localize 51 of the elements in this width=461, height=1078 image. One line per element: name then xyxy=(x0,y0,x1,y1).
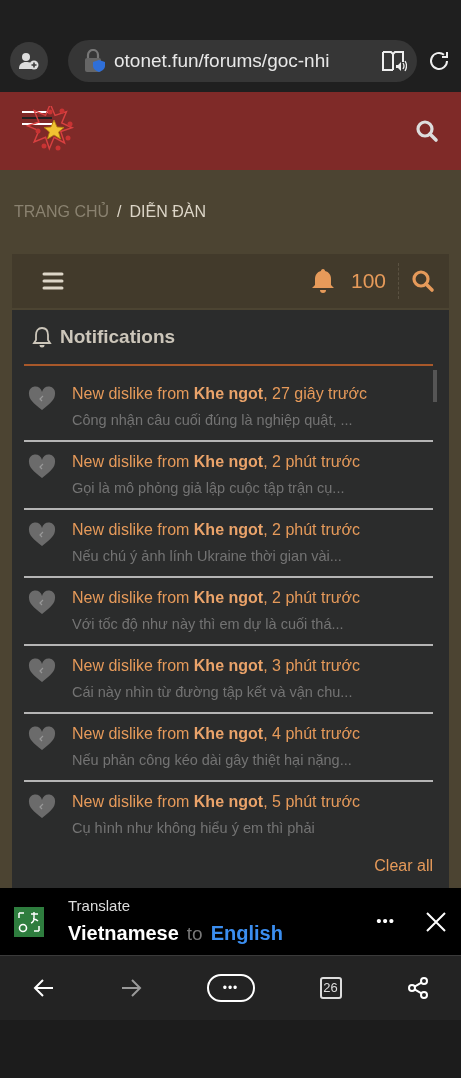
read-aloud-icon[interactable] xyxy=(381,49,407,73)
notification-snippet: Cái này nhìn từ đường tập kết và vận chu... xyxy=(72,683,354,702)
target-language-link[interactable]: English xyxy=(210,917,283,948)
notification-snippet: Gọi là mô phỏng giả lập cuộc tập trận cụ... xyxy=(72,479,346,498)
address-bar[interactable]: otonet.fun/forums/goc-nhi xyxy=(68,40,417,82)
notification-text[interactable]: New dislike from Khe ngot, 4 phút trước xyxy=(72,722,360,746)
lock-shield-icon xyxy=(84,49,106,73)
notification-snippet: Với tốc độ như này thì em dự là cuối thá... xyxy=(72,615,345,634)
more-button[interactable]: ••• xyxy=(370,909,401,934)
notification-text[interactable]: New dislike from Khe ngot, 2 phút trước xyxy=(72,518,360,542)
breadcrumb-item[interactable]: DIỄN ĐÀN xyxy=(129,200,206,224)
share-button[interactable] xyxy=(406,977,429,999)
broken-heart-icon xyxy=(28,454,56,480)
bell-icon xyxy=(310,268,335,294)
broken-heart-icon xyxy=(28,726,56,752)
broken-heart-icon xyxy=(28,794,56,820)
add-person-icon xyxy=(19,52,39,70)
url-text: otonet.fun/forums/goc-nhi xyxy=(114,48,331,73)
breadcrumb-item[interactable]: / xyxy=(117,200,122,224)
source-language: Vietnamese xyxy=(68,920,179,946)
forward-button[interactable] xyxy=(119,978,142,998)
alerts-button[interactable]: 100 xyxy=(310,268,386,294)
reload-button[interactable] xyxy=(427,49,451,73)
back-button[interactable] xyxy=(32,978,55,998)
broken-heart-icon xyxy=(28,590,56,616)
notification-snippet: Công nhận câu cuối đúng là nghiệp quật, ... xyxy=(72,411,354,430)
notification-text[interactable]: New dislike from Khe ngot, 2 phút trước xyxy=(72,450,360,474)
notification-text[interactable]: New dislike from Khe ngot, 5 phút trước xyxy=(72,790,360,814)
close-button[interactable] xyxy=(425,910,447,933)
tabs-button[interactable]: 26 xyxy=(319,977,342,999)
notification-snippet: Nếu chú ý ảnh lính Ukraine thời gian vài... xyxy=(72,547,343,566)
broken-heart-icon xyxy=(28,386,56,412)
clear-all-link[interactable]: Clear all xyxy=(374,854,433,878)
notification-text[interactable]: New dislike from Khe ngot, 3 phút trước xyxy=(72,654,360,678)
scrollbar-thumb[interactable] xyxy=(433,370,437,402)
notification-text[interactable]: New dislike from Khe ngot, 2 phút trước xyxy=(72,586,360,610)
notifications-title: Notifications xyxy=(60,324,176,349)
broken-heart-icon xyxy=(28,522,56,548)
menu-button[interactable]: ••• xyxy=(206,974,255,1002)
broken-heart-icon xyxy=(28,658,56,684)
search-button[interactable] xyxy=(411,269,435,293)
profile-button[interactable] xyxy=(10,42,48,80)
bell-icon xyxy=(32,326,52,348)
translate-title: Translate xyxy=(68,896,131,916)
notification-snippet: Nếu phản công kéo dài gây thiệt hại nặng... xyxy=(72,751,353,770)
notification-snippet: Cụ hình như không hiểu ý em thì phải xyxy=(72,819,316,838)
translate-icon xyxy=(14,906,44,937)
to-label: to xyxy=(186,921,203,946)
notification-text[interactable]: New dislike from Khe ngot, 27 giây trước xyxy=(72,382,368,406)
menu-button[interactable] xyxy=(42,272,64,290)
search-button[interactable] xyxy=(415,119,439,143)
